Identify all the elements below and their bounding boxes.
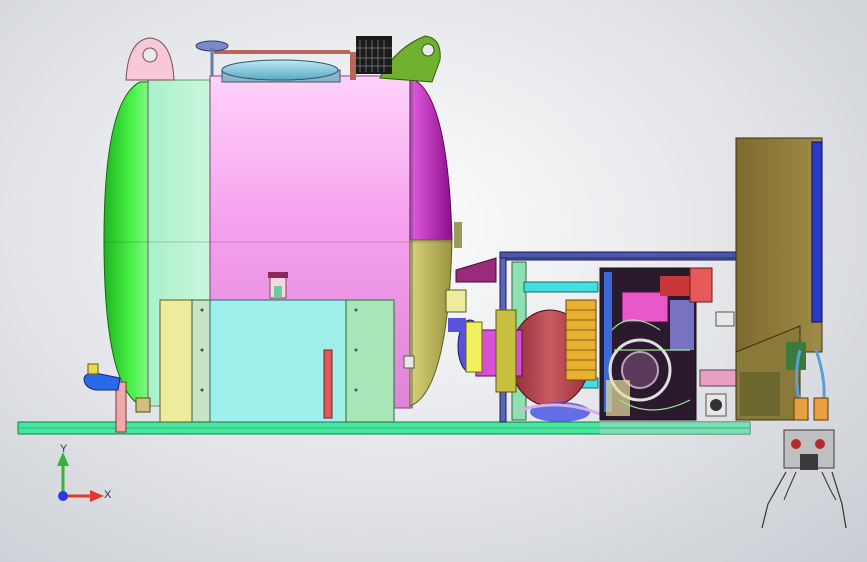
base-plate: [17, 421, 751, 435]
engine-assembly: [599, 267, 741, 421]
lifting-lug-left: [125, 37, 175, 81]
cad-viewport[interactable]: Y X: [0, 0, 867, 562]
z-axis-dot: [58, 491, 68, 501]
control-cabinet: [735, 137, 823, 421]
x-axis-head: [90, 490, 104, 502]
x-axis-label: X: [104, 489, 112, 501]
y-axis-label: Y: [60, 443, 68, 455]
water-box: [159, 299, 395, 423]
fill-cap: [268, 272, 288, 299]
coordinate-triad: Y X: [57, 443, 112, 502]
vent-basket: [356, 36, 392, 74]
pump-motor: [465, 299, 601, 422]
